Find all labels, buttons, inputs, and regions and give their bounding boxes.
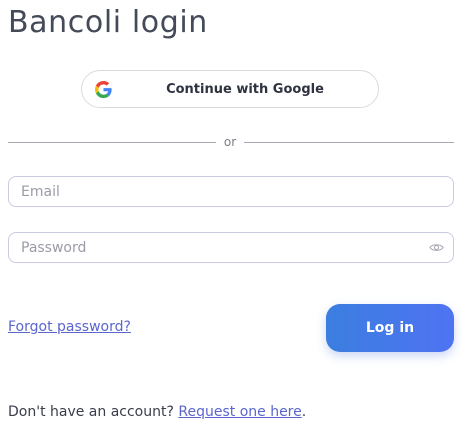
password-input[interactable] bbox=[9, 233, 453, 262]
signup-prompt-text: Don't have an account? bbox=[8, 404, 174, 420]
signup-suffix: . bbox=[301, 404, 307, 420]
login-page: Bancoli login Continue with Google or Fo… bbox=[0, 0, 462, 435]
google-g-icon bbox=[95, 81, 112, 98]
email-input[interactable] bbox=[9, 177, 453, 206]
continue-with-google-button[interactable]: Continue with Google bbox=[81, 70, 379, 108]
or-divider: or bbox=[8, 134, 454, 152]
divider-line-left bbox=[8, 142, 216, 143]
page-title: Bancoli login bbox=[8, 5, 208, 40]
password-field-container bbox=[8, 232, 454, 263]
email-field-container bbox=[8, 176, 454, 207]
google-button-label: Continue with Google bbox=[166, 81, 324, 97]
signup-prompt: Don't have an account? Request one here. bbox=[8, 403, 306, 421]
divider-or-text: or bbox=[223, 135, 237, 149]
login-button[interactable]: Log in bbox=[326, 304, 454, 352]
request-account-link[interactable]: Request one here bbox=[178, 404, 301, 420]
eye-icon[interactable] bbox=[429, 241, 444, 254]
divider-line-right bbox=[244, 142, 454, 143]
forgot-password-link[interactable]: Forgot password? bbox=[8, 318, 131, 336]
